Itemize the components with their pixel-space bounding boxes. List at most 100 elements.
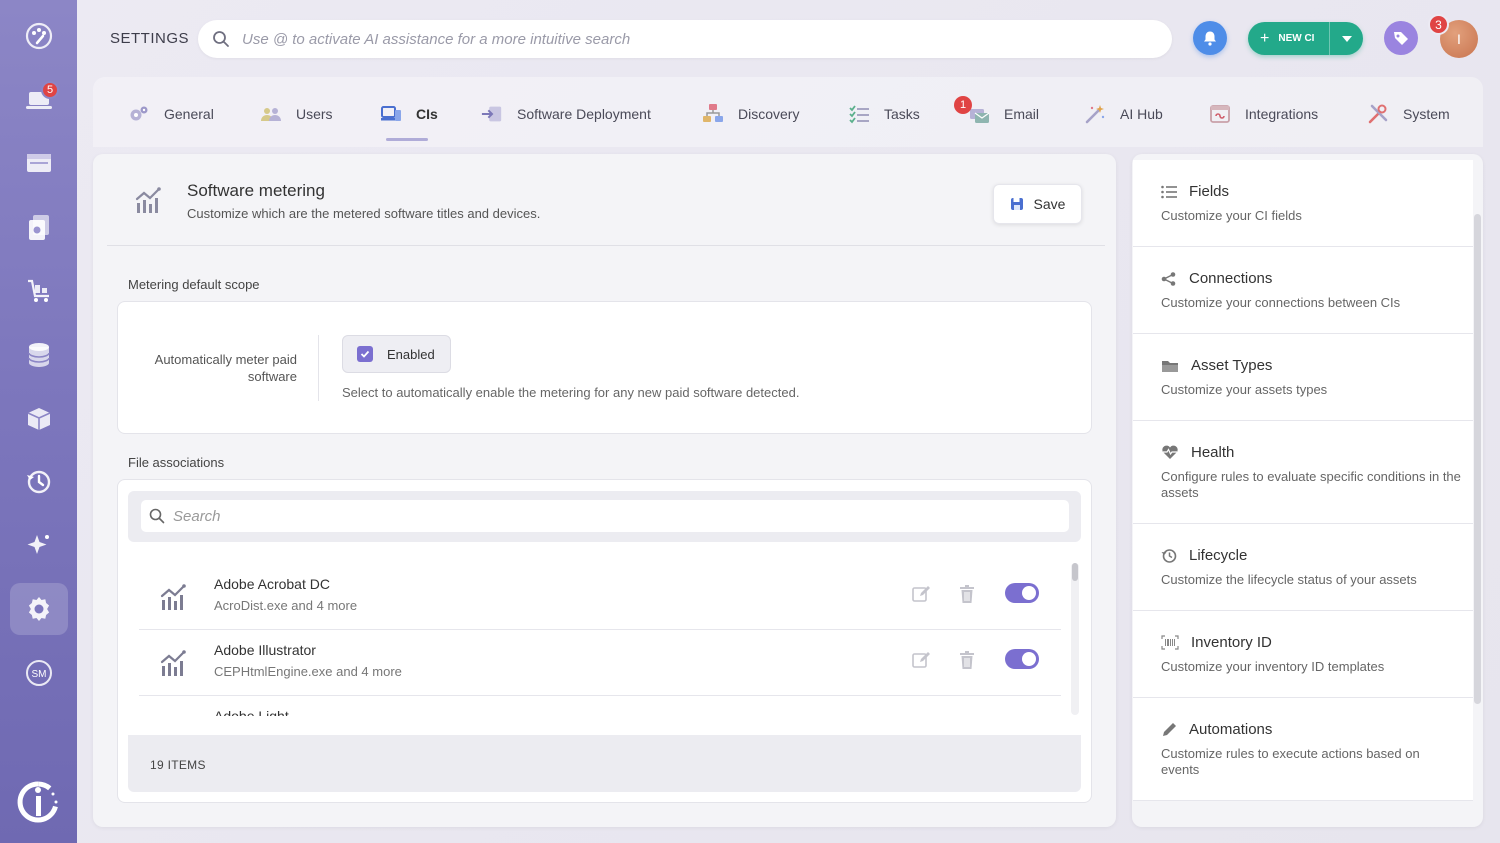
tab-discovery[interactable]: Discovery [702, 101, 799, 127]
table-row[interactable]: Adobe Illustrator CEPHtmlEngine.exe and … [139, 630, 1061, 696]
tab-label: Integrations [1245, 106, 1319, 122]
sm-icon: SM [26, 660, 52, 686]
tab-label: Software Deployment [517, 106, 651, 122]
menu-item-title: Health [1161, 444, 1234, 461]
notifications-button[interactable] [1193, 21, 1227, 55]
rail-item-sm[interactable]: SM [10, 647, 68, 699]
floppy-icon [1010, 198, 1023, 210]
devices-badge: 5 [41, 81, 59, 99]
tab-label: Users [296, 106, 333, 122]
row-divider [139, 695, 1061, 696]
items-count-label: ITEMS [167, 758, 206, 772]
menu-item-desc: Customize rules to execute actions based… [1161, 746, 1420, 777]
tags-button[interactable] [1384, 21, 1418, 55]
software-chart-icon [159, 648, 189, 683]
trash-icon[interactable] [957, 584, 977, 609]
menu-item-label: Health [1191, 444, 1235, 461]
page-section-title: SETTINGS [110, 30, 190, 47]
tab-label: Tasks [884, 106, 920, 122]
global-search-input[interactable] [242, 30, 1142, 48]
list-icon [1161, 185, 1177, 198]
menu-item-title: Lifecycle [1161, 547, 1247, 564]
row-subtitle: AcroDist.exe and 4 more [214, 598, 358, 613]
history-icon [27, 470, 51, 494]
menu-item-label: Inventory ID [1191, 634, 1272, 651]
rail-item-packages[interactable] [10, 393, 68, 445]
tab-label: AI Hub [1120, 106, 1163, 122]
row-title: Adobe Illustrator [214, 642, 316, 658]
scope-divider [318, 335, 319, 401]
tab-integrations[interactable]: Integrations [1209, 101, 1318, 127]
table-row[interactable]: Adobe Acrobat DC AcroDist.exe and 4 more [139, 564, 1061, 630]
global-search[interactable] [198, 20, 1172, 58]
rail-item-ai[interactable] [10, 519, 68, 571]
rail-item-dashboard[interactable] [10, 10, 68, 62]
scope-section-label: Metering default scope [128, 277, 260, 292]
tab-cis[interactable]: CIs [380, 101, 438, 127]
checkbox-checked-icon [357, 346, 373, 362]
list-scrollbar[interactable] [1071, 563, 1079, 715]
window-icon [27, 154, 51, 172]
menu-item-desc: Customize your inventory ID templates [1161, 659, 1385, 674]
left-rail: 5 SM [0, 0, 77, 843]
files-search[interactable] [141, 500, 1069, 532]
scope-help-text: Select to automatically enable the meter… [342, 385, 800, 400]
search-icon [213, 31, 229, 47]
database-icon [28, 343, 50, 367]
new-ci-dropdown-button[interactable] [1330, 35, 1363, 43]
enabled-checkbox[interactable]: Enabled [342, 335, 451, 373]
menu-item-label: Asset Types [1191, 357, 1273, 374]
new-ci-label: NEW CI [1278, 33, 1315, 44]
tab-software-deployment[interactable]: Software Deployment [481, 101, 651, 127]
rail-item-database[interactable] [10, 329, 68, 381]
save-button[interactable]: Save [993, 184, 1082, 224]
menu-item-title: Inventory ID [1161, 634, 1272, 651]
list-scrollbar-thumb[interactable] [1072, 563, 1078, 581]
tag-icon [1394, 32, 1408, 45]
metering-toggle[interactable] [1005, 583, 1039, 603]
tab-system[interactable]: System [1367, 101, 1450, 127]
header-divider [107, 245, 1105, 246]
rail-item-apps[interactable] [10, 137, 68, 189]
search-icon [149, 508, 165, 524]
history-icon [1161, 548, 1177, 563]
tab-label: System [1403, 106, 1450, 122]
menu-item-lifecycle[interactable]: Lifecycle Customize the lifecycle status… [1133, 524, 1473, 611]
rail-item-devices[interactable]: 5 [10, 73, 68, 125]
metering-toggle[interactable] [1005, 649, 1039, 669]
trash-icon[interactable] [957, 650, 977, 675]
enabled-label: Enabled [387, 346, 435, 362]
heartbeat-icon [1162, 445, 1178, 459]
edit-icon[interactable] [911, 650, 931, 675]
tab-ai-hub[interactable]: AI Hub [1084, 101, 1163, 127]
tab-email[interactable]: Email [968, 101, 1039, 127]
tab-label: CIs [416, 106, 438, 122]
rail-item-procurement[interactable] [10, 265, 68, 317]
menu-item-inventory-id[interactable]: Inventory ID Customize your inventory ID… [1133, 611, 1473, 698]
edit-icon[interactable] [911, 584, 931, 609]
active-tab-indicator [386, 138, 428, 141]
cis-icon [380, 103, 402, 125]
menu-item-title: Asset Types [1161, 357, 1272, 374]
new-ci-button[interactable]: + NEW CI [1248, 22, 1330, 55]
plus-icon: + [1260, 29, 1270, 47]
tab-tasks[interactable]: Tasks [848, 101, 920, 127]
rail-item-history[interactable] [10, 456, 68, 508]
software-chart-icon [159, 582, 189, 617]
page-title: Software metering [187, 181, 325, 200]
menu-item-asset-types[interactable]: Asset Types Customize your assets types [1133, 334, 1473, 421]
menu-item-desc: Customize your assets types [1161, 382, 1328, 397]
menu-item-fields[interactable]: Fields Customize your CI fields [1133, 160, 1473, 247]
items-count-value: 19 [150, 758, 164, 772]
menu-item-connections[interactable]: Connections Customize your connections b… [1133, 247, 1473, 334]
files-search-input[interactable] [173, 507, 1053, 525]
menu-item-automations[interactable]: Automations Customize rules to execute a… [1133, 698, 1473, 801]
rail-item-documents[interactable] [10, 201, 68, 253]
tab-general[interactable]: General [128, 101, 214, 127]
tab-users[interactable]: Users [260, 101, 333, 127]
menu-scrollbar[interactable] [1474, 214, 1481, 704]
menu-item-health[interactable]: Health Configure rules to evaluate speci… [1133, 421, 1473, 524]
share-icon [1161, 271, 1176, 286]
rail-item-settings[interactable] [10, 583, 68, 635]
menu-item-label: Lifecycle [1189, 547, 1248, 564]
